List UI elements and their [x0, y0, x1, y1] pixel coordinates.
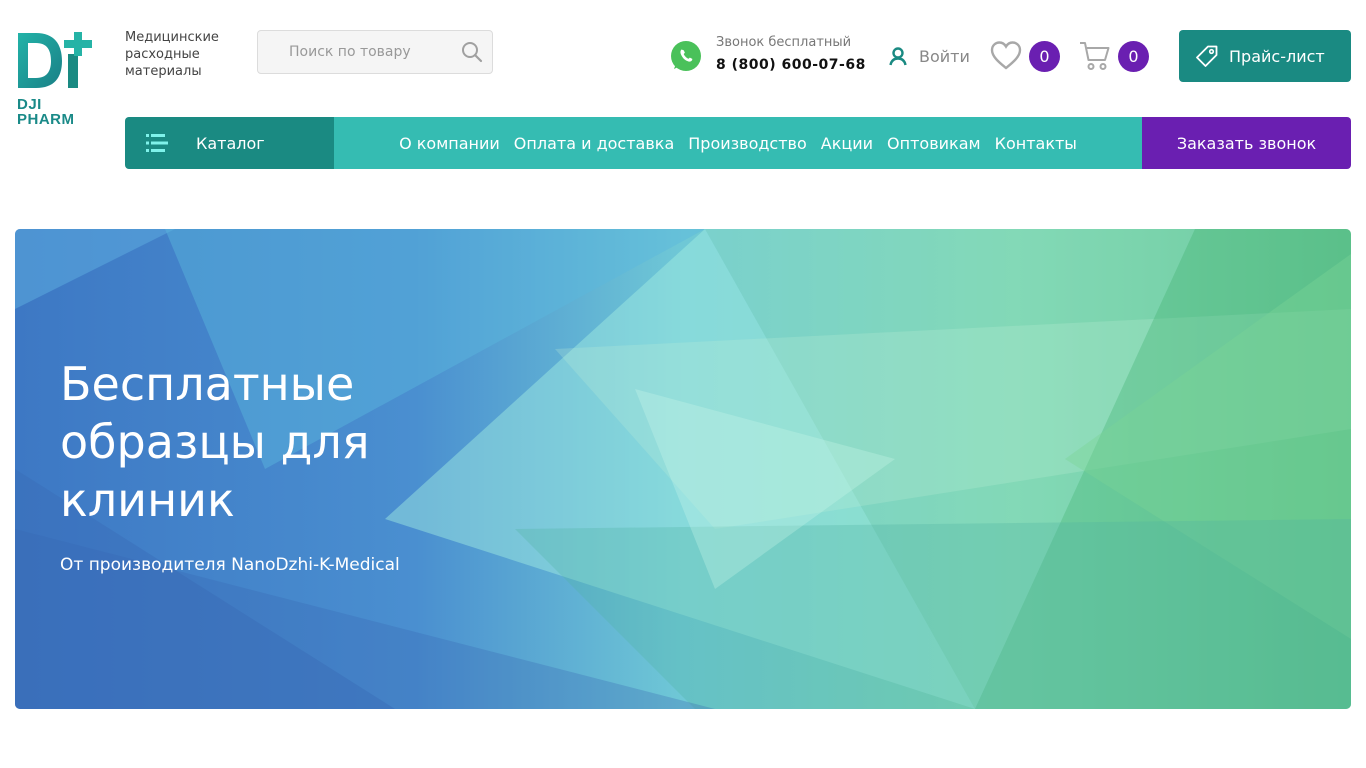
site-tagline: Медицинские расходные материалы — [125, 30, 219, 79]
user-icon — [889, 47, 907, 66]
favorites-count-badge: 0 — [1029, 41, 1060, 72]
main-navigation: Каталог О компании Оплата и доставка Про… — [125, 117, 1351, 169]
logo-text: DJI PHARM — [17, 96, 75, 128]
search-box — [257, 30, 493, 74]
phone-link[interactable]: 8 (800) 600-07-68 — [716, 57, 866, 73]
cart-count-badge: 0 — [1118, 41, 1149, 72]
nav-links: О компании Оплата и доставка Производств… — [334, 117, 1142, 169]
nav-link-wholesale[interactable]: Оптовикам — [887, 134, 981, 153]
login-link[interactable]: Войти — [888, 44, 970, 68]
nav-link-about[interactable]: О компании — [399, 134, 500, 153]
search-icon[interactable] — [461, 41, 483, 63]
nav-link-contacts[interactable]: Контакты — [995, 134, 1077, 153]
nav-link-production[interactable]: Производство — [688, 134, 807, 153]
cart-icon[interactable] — [1079, 40, 1111, 72]
catalog-label: Каталог — [196, 133, 265, 153]
login-label: Войти — [919, 46, 970, 66]
hero-banner[interactable]: Бесплатные образцы для клиник От произво… — [15, 229, 1351, 709]
hero-subtitle: От производителя NanoDzhi-K-Medical — [60, 555, 400, 575]
menu-icon — [146, 134, 168, 152]
search-input[interactable] — [258, 31, 458, 73]
nav-link-promotions[interactable]: Акции — [821, 134, 873, 153]
whatsapp-icon[interactable] — [670, 40, 702, 72]
catalog-button[interactable]: Каталог — [125, 117, 334, 169]
call-label: Звонок бесплатный — [716, 35, 852, 50]
price-list-label: Прайс-лист — [1229, 46, 1325, 66]
nav-link-payment-delivery[interactable]: Оплата и доставка — [514, 134, 674, 153]
request-callback-button[interactable]: Заказать звонок — [1142, 117, 1351, 169]
heart-icon[interactable] — [990, 40, 1022, 72]
hero-title: Бесплатные образцы для клиник — [60, 357, 370, 527]
price-tag-icon — [1196, 45, 1218, 67]
price-list-button[interactable]: Прайс-лист — [1179, 30, 1351, 82]
